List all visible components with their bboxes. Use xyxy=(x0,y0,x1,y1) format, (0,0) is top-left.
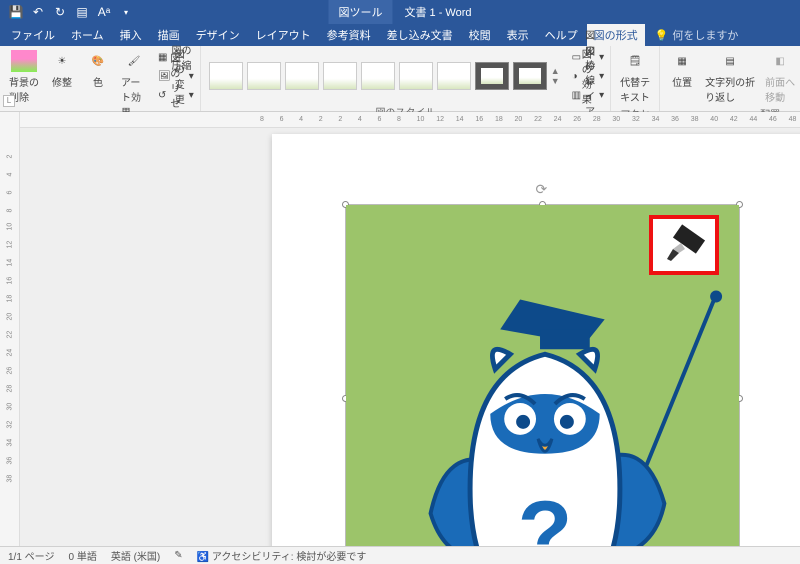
marker-icon xyxy=(659,223,709,267)
artistic-button[interactable]: 🖌アート効果 xyxy=(118,48,150,121)
effects-icon: ◑ xyxy=(572,71,578,82)
style-thumb[interactable] xyxy=(285,62,319,90)
quick-access-toolbar: 💾 ↶ ↻ ▤ Aᵃ ▾ xyxy=(0,4,134,20)
style-gallery[interactable]: ▲▼ xyxy=(207,58,562,94)
reset-icon: ↺ xyxy=(158,90,166,101)
remove-bg-icon xyxy=(11,50,37,72)
corrections-button[interactable]: ☀修整 xyxy=(46,48,78,121)
page[interactable]: ⟳ xyxy=(272,134,800,546)
tab-file[interactable]: ファイル xyxy=(4,23,62,47)
tab-design[interactable]: デザイン xyxy=(189,23,247,47)
nav-toggle[interactable]: L xyxy=(3,95,15,107)
color-button[interactable]: 🎨色 xyxy=(82,48,114,121)
style-thumb[interactable] xyxy=(513,62,547,90)
tell-me[interactable]: 💡何をしますか xyxy=(647,27,739,43)
tab-view[interactable]: 表示 xyxy=(500,23,536,47)
compress-icon: ▦ xyxy=(158,52,167,63)
tab-home[interactable]: ホーム xyxy=(64,23,111,47)
svg-text:?: ? xyxy=(518,482,573,546)
horizontal-ruler: 8642246810121416182022242628303234363840… xyxy=(20,112,800,128)
context-tab: 図ツール xyxy=(328,0,392,24)
tab-references[interactable]: 参考資料 xyxy=(320,23,378,47)
gallery-more-icon[interactable]: ▲▼ xyxy=(551,66,560,86)
ribbon-tabs: ファイル ホーム 挿入 描画 デザイン レイアウト 参考資料 差し込み文書 校閲… xyxy=(0,24,800,46)
artistic-icon: 🖌 xyxy=(121,50,147,72)
group-adjust: 背景の 削除 ☀修整 🎨色 🖌アート効果 ▦図の圧縮 🖼図の変更 ▾ ↺図のリセ… xyxy=(0,46,201,111)
tab-help[interactable]: ヘルプ xyxy=(538,23,585,47)
lightbulb-icon: 💡 xyxy=(655,29,669,42)
workspace: 2468101214161820222426283032343638 86422… xyxy=(0,112,800,546)
position-icon: ▦ xyxy=(669,50,695,72)
status-bar: 1/1 ページ 0 単語 英語 (米国) ✎ ♿ アクセシビリティ: 検討が必要… xyxy=(0,546,800,564)
ribbon: 背景の 削除 ☀修整 🎨色 🖌アート効果 ▦図の圧縮 🖼図の変更 ▾ ↺図のリセ… xyxy=(0,46,800,112)
style-thumb[interactable] xyxy=(361,62,395,90)
doc-title: 文書 1 - Word xyxy=(404,4,471,20)
reset-button[interactable]: ↺図のリセット ▾ xyxy=(158,86,194,104)
corrections-icon: ☀ xyxy=(49,50,75,72)
undo-icon[interactable]: ↶ xyxy=(30,4,46,20)
status-page[interactable]: 1/1 ページ xyxy=(8,548,54,563)
vertical-ruler: 2468101214161820222426283032343638 xyxy=(0,112,20,546)
picture-content: ? xyxy=(346,205,739,546)
picture-selection[interactable]: ⟳ xyxy=(345,204,740,546)
wrap-button[interactable]: ▤文字列の折 り返し xyxy=(702,48,758,106)
forward-icon: ◧ xyxy=(767,50,793,72)
status-lang[interactable]: 英語 (米国) xyxy=(111,548,160,563)
style-thumb[interactable] xyxy=(399,62,433,90)
alt-text-icon: 🗒 xyxy=(622,50,648,72)
style-thumb[interactable] xyxy=(475,62,509,90)
title-bar: 💾 ↶ ↻ ▤ Aᵃ ▾ 図ツール 文書 1 - Word xyxy=(0,0,800,24)
group-styles: ▲▼ ▭図の枠線 ▾ ◑図の効果 ▾ ▥図のレイアウト ▾ 図のスタイル xyxy=(201,46,611,111)
document-area[interactable]: 8642246810121416182022242628303234363840… xyxy=(20,112,800,546)
redo-icon[interactable]: ↻ xyxy=(52,4,68,20)
forward-button[interactable]: ◧前面へ 移動 xyxy=(762,48,798,106)
tab-insert[interactable]: 挿入 xyxy=(113,23,149,47)
color-icon: 🎨 xyxy=(85,50,111,72)
style-thumb[interactable] xyxy=(209,62,243,90)
status-words[interactable]: 0 単語 xyxy=(68,548,96,563)
status-proof-icon[interactable]: ✎ xyxy=(174,550,182,561)
piclayout-button[interactable]: ▥図のレイアウト ▾ xyxy=(572,86,604,104)
alt-text-button[interactable]: 🗒代替テ キスト xyxy=(617,48,653,106)
style-thumb[interactable] xyxy=(437,62,471,90)
tab-mailings[interactable]: 差し込み文書 xyxy=(380,23,460,47)
group-arrange: ▦位置 ▤文字列の折 り返し ◧前面へ 移動 ◨背面へ 移動 ▭オブ 選択 配置 xyxy=(660,46,800,111)
tab-layout[interactable]: レイアウト xyxy=(249,23,318,47)
wrap-icon: ▤ xyxy=(717,50,743,72)
remove-bg-button[interactable]: 背景の 削除 xyxy=(6,48,42,121)
style-thumb[interactable] xyxy=(323,62,357,90)
border-icon: ▭ xyxy=(572,52,581,63)
tab-review[interactable]: 校閲 xyxy=(462,23,498,47)
save-icon[interactable]: 💾 xyxy=(8,4,24,20)
tab-picture-format[interactable]: 図の形式 xyxy=(587,23,645,47)
group-accessibility: 🗒代替テ キスト アクセシ xyxy=(611,46,660,111)
rotate-handle-icon[interactable]: ⟳ xyxy=(536,181,548,198)
status-accessibility[interactable]: ♿ アクセシビリティ: 検討が必要です xyxy=(197,548,367,563)
position-button[interactable]: ▦位置 xyxy=(666,48,698,106)
style-thumb[interactable] xyxy=(247,62,281,90)
qat-more-icon[interactable]: ▾ xyxy=(118,4,134,20)
highlight-box xyxy=(649,215,719,275)
piclayout-icon: ▥ xyxy=(572,90,581,101)
change-icon: 🖼 xyxy=(158,71,171,82)
home-icon[interactable]: ▤ xyxy=(74,4,90,20)
font-icon[interactable]: Aᵃ xyxy=(96,4,112,20)
